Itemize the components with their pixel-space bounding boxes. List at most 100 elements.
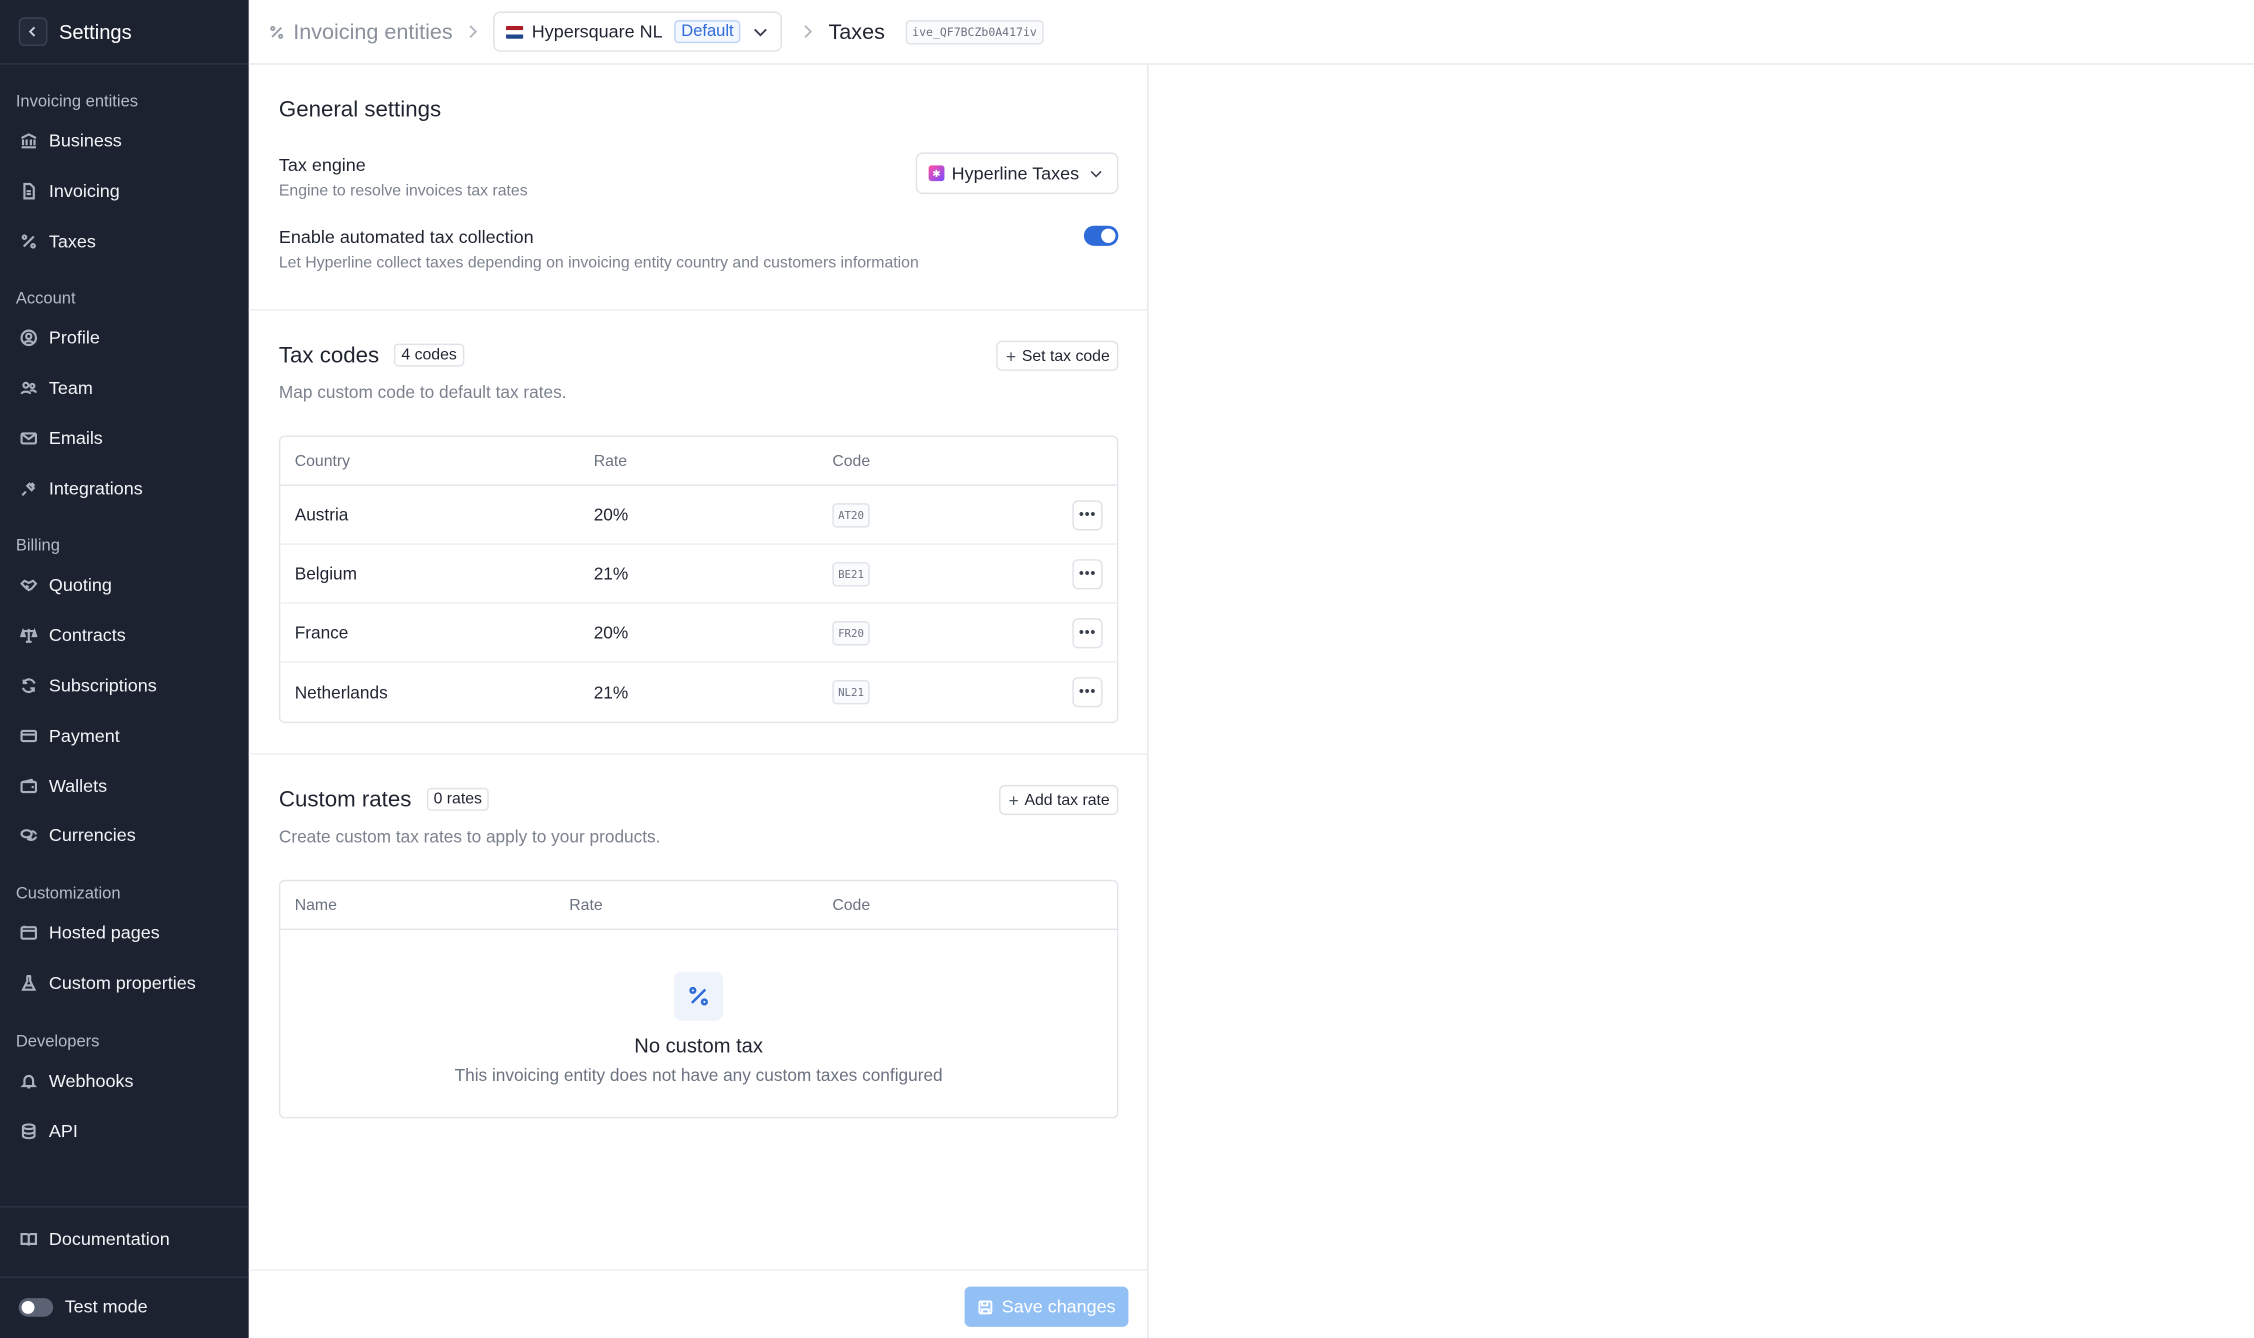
sidebar-item-label: API: [48, 1121, 78, 1142]
bell-icon: [20, 1075, 38, 1090]
tax-engine-value: Hyperline Taxes: [951, 163, 1080, 184]
table-header: Country Rate Code: [280, 437, 1117, 486]
sidebar-item-hosted-pages[interactable]: Hosted pages: [0, 909, 249, 959]
percent-icon: [270, 25, 284, 39]
sidebar-item-label: Profile: [48, 328, 100, 349]
automated-tax-description: Let Hyperline collect taxes depending on…: [278, 254, 919, 272]
row-actions-button[interactable]: •••: [1072, 558, 1103, 589]
table-row: Austria 20% AT20 •••: [280, 486, 1117, 545]
test-mode-label: Test mode: [64, 1296, 148, 1317]
page-title: Taxes: [828, 19, 885, 44]
sidebar-item-label: Currencies: [48, 825, 136, 846]
database-icon: [21, 1123, 36, 1140]
back-button[interactable]: [18, 17, 48, 46]
tax-codes-description: Map custom code to default tax rates.: [278, 382, 567, 403]
chevron-right-icon: [804, 25, 813, 39]
scale-icon: [20, 628, 38, 644]
entity-id-chip[interactable]: ive_QF7BCZb0A417iv: [904, 19, 1044, 44]
row-actions-button[interactable]: •••: [1072, 617, 1103, 648]
column-header-rate: Rate: [593, 452, 628, 470]
cell-country: Belgium: [294, 563, 358, 584]
sidebar-item-wallets[interactable]: Wallets: [0, 761, 249, 811]
settings-sidebar: Settings Invoicing entities Business Inv…: [0, 0, 249, 1338]
bank-icon: [21, 133, 37, 149]
set-tax-code-button[interactable]: + Set tax code: [995, 340, 1119, 371]
sidebar-item-custom-properties[interactable]: Custom properties: [0, 959, 249, 1009]
sidebar-item-quoting[interactable]: Quoting: [0, 561, 249, 611]
sidebar-item-documentation[interactable]: Documentation: [0, 1215, 249, 1265]
sidebar-item-subscriptions[interactable]: Subscriptions: [0, 661, 249, 711]
more-icon: •••: [1078, 506, 1097, 523]
percent-icon: [674, 971, 724, 1021]
sidebar-item-label: Emails: [48, 428, 103, 449]
table-row: Belgium 21% BE21 •••: [280, 545, 1117, 604]
set-tax-code-label: Set tax code: [1021, 347, 1110, 365]
cell-code: BE21: [832, 561, 870, 586]
plus-icon: +: [1008, 789, 1019, 811]
column-header-code: Code: [832, 896, 871, 914]
breadcrumb-root[interactable]: Invoicing entities: [269, 19, 453, 44]
coins-icon: [20, 829, 38, 842]
column-header-name: Name: [294, 896, 337, 914]
sidebar-item-label: Business: [48, 131, 122, 152]
general-settings-title: General settings: [278, 97, 442, 123]
entity-select[interactable]: Hypersquare NL Default: [492, 11, 783, 52]
sidebar-item-label: Documentation: [48, 1229, 170, 1250]
cell-country: Austria: [294, 504, 349, 525]
chevron-left-icon: [28, 26, 36, 37]
tax-codes-section: Tax codes 4 codes Map custom code to def…: [249, 311, 1149, 754]
cell-country: France: [294, 622, 349, 643]
sidebar-item-label: Payment: [48, 725, 120, 746]
breadcrumb: Invoicing entities Hypersquare NL Defaul…: [248, 0, 2254, 65]
save-changes-button[interactable]: Save changes: [964, 1286, 1129, 1327]
sidebar-item-webhooks[interactable]: Webhooks: [0, 1057, 249, 1107]
cell-code: FR20: [832, 620, 870, 645]
sidebar-header: Settings: [0, 0, 249, 65]
entity-name: Hypersquare NL: [531, 21, 663, 42]
add-tax-rate-button[interactable]: + Add tax rate: [998, 784, 1119, 816]
tax-engine-label: Tax engine: [278, 155, 366, 176]
sidebar-item-label: Hosted pages: [48, 923, 160, 944]
cell-rate: 20%: [593, 622, 629, 643]
tax-codes-title: Tax codes: [278, 343, 380, 368]
table-row: France 20% FR20 •••: [280, 604, 1117, 663]
sidebar-item-payment[interactable]: Payment: [0, 711, 249, 761]
sidebar-item-emails[interactable]: Emails: [0, 413, 249, 463]
sidebar-divider: [0, 1276, 249, 1278]
user-circle-icon: [20, 330, 38, 347]
cell-rate: 21%: [593, 682, 629, 703]
sidebar-item-business[interactable]: Business: [0, 116, 249, 166]
save-changes-label: Save changes: [1001, 1296, 1116, 1317]
sidebar-item-team[interactable]: Team: [0, 363, 249, 413]
test-mode-row: Test mode: [18, 1296, 148, 1317]
section-account: Account: [15, 290, 76, 308]
cell-country: Netherlands: [294, 682, 388, 703]
automated-tax-toggle[interactable]: [1083, 225, 1119, 246]
chevron-right-icon: [469, 25, 477, 39]
refresh-icon: [21, 678, 36, 694]
sidebar-item-contracts[interactable]: Contracts: [0, 611, 249, 661]
sidebar-item-profile[interactable]: Profile: [0, 313, 249, 363]
more-icon: •••: [1078, 565, 1097, 582]
column-header-rate: Rate: [569, 896, 603, 914]
hyperline-logo-icon: ✱: [928, 165, 945, 182]
test-mode-toggle[interactable]: [18, 1297, 54, 1317]
document-icon: [23, 183, 35, 200]
sidebar-item-currencies[interactable]: Currencies: [0, 811, 249, 861]
more-icon: •••: [1078, 684, 1097, 701]
sidebar-item-label: Subscriptions: [48, 675, 157, 696]
more-icon: •••: [1078, 624, 1097, 641]
credit-card-icon: [20, 729, 38, 742]
sidebar-item-invoicing[interactable]: Invoicing: [0, 166, 249, 216]
row-actions-button[interactable]: •••: [1072, 677, 1103, 708]
row-actions-button[interactable]: •••: [1072, 499, 1103, 530]
automated-tax-label: Enable automated tax collection: [278, 227, 534, 248]
tax-engine-select[interactable]: ✱ Hyperline Taxes: [915, 152, 1119, 195]
empty-state: No custom tax This invoicing entity does…: [280, 930, 1117, 1117]
sidebar-item-integrations[interactable]: Integrations: [0, 463, 249, 513]
sidebar-item-api[interactable]: API: [0, 1107, 249, 1157]
sidebar-item-taxes[interactable]: Taxes: [0, 216, 249, 266]
book-icon: [20, 1233, 38, 1247]
percent-icon: [21, 234, 36, 249]
section-customization: Customization: [15, 885, 121, 903]
